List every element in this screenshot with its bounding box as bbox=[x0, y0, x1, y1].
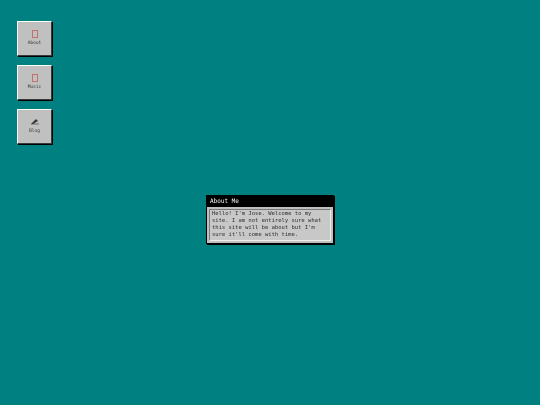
pencil-icon bbox=[18, 117, 51, 126]
window-titlebar[interactable]: About Me bbox=[207, 196, 333, 207]
document-icon bbox=[18, 29, 51, 38]
desktop-icon-label: Music bbox=[27, 85, 42, 90]
desktop: About Music Blog About Me Hello! I'm Jos… bbox=[0, 0, 540, 405]
desktop-icon-about[interactable]: About bbox=[17, 21, 52, 56]
about-me-window[interactable]: About Me Hello! I'm Jose. Welcome to my … bbox=[206, 195, 334, 244]
window-content: Hello! I'm Jose. Welcome to my site. I a… bbox=[209, 209, 331, 241]
desktop-icon-label: Blog bbox=[29, 129, 40, 134]
desktop-icon-blog[interactable]: Blog bbox=[17, 109, 52, 144]
window-title: About Me bbox=[210, 198, 239, 205]
desktop-icon-label: About bbox=[27, 41, 42, 46]
music-note-icon bbox=[18, 73, 51, 82]
window-body-text: Hello! I'm Jose. Welcome to my site. I a… bbox=[212, 211, 322, 238]
desktop-icon-music[interactable]: Music bbox=[17, 65, 52, 100]
